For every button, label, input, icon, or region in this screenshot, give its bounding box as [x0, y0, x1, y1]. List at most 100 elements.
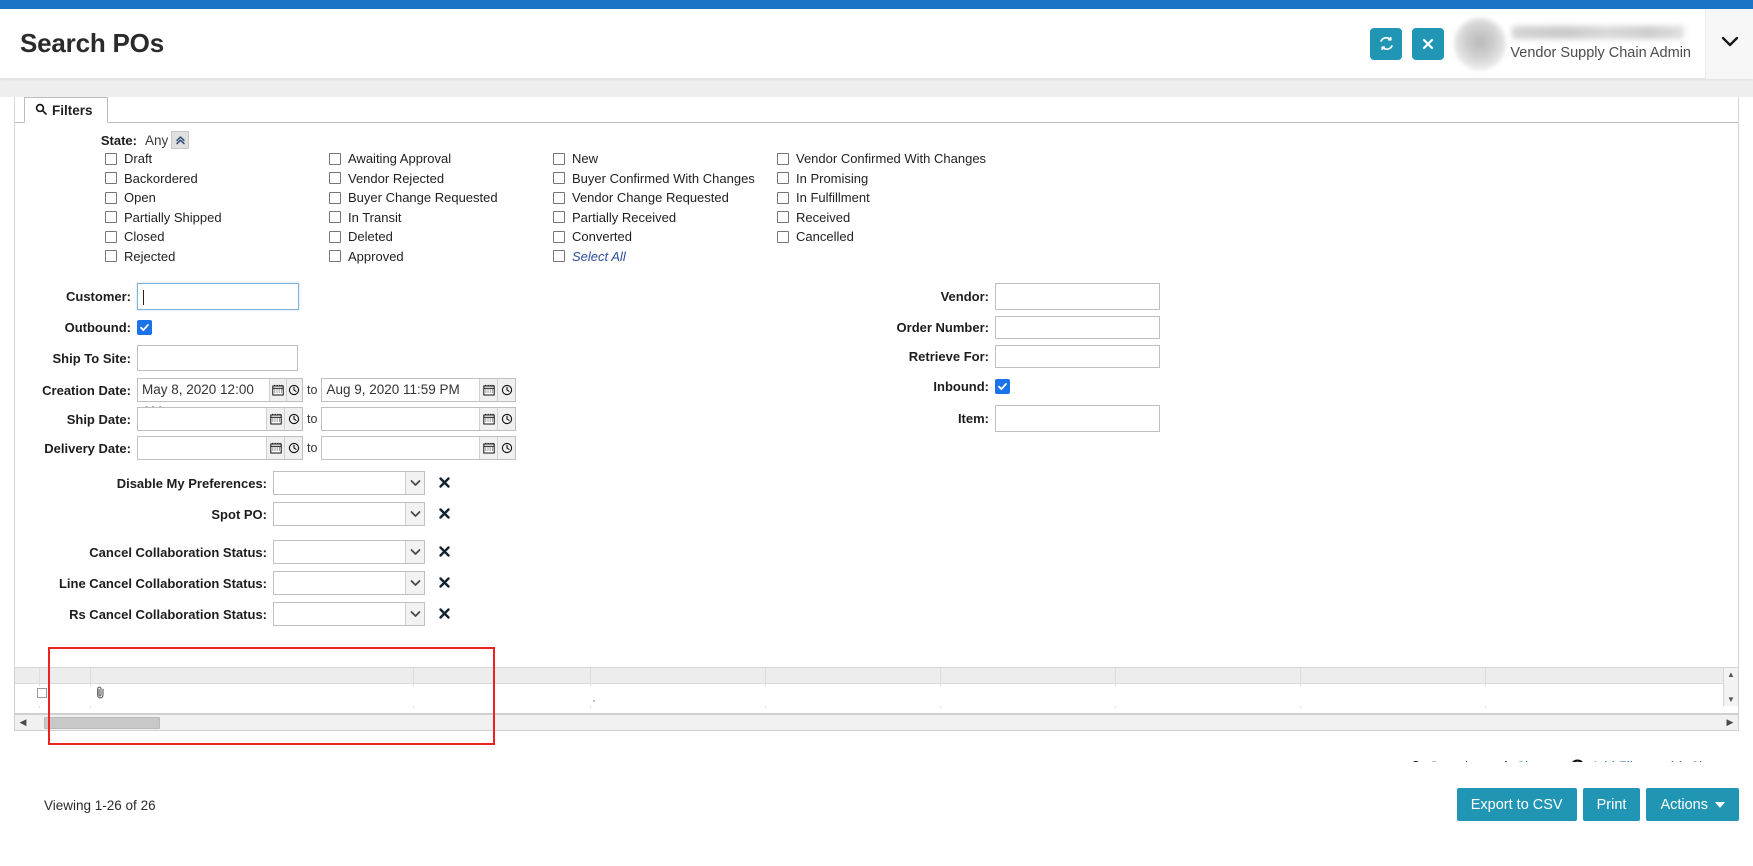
state-checkbox-partially-received[interactable]: Partially Received [553, 208, 755, 228]
checkbox-box[interactable] [777, 153, 789, 165]
checkbox-box[interactable] [777, 192, 789, 204]
checkbox-box[interactable] [105, 250, 117, 262]
chevron-down-icon[interactable] [405, 603, 424, 625]
state-checkbox-open[interactable]: Open [105, 188, 222, 208]
creation-date-from[interactable]: May 8, 2020 12:00 AM [137, 378, 303, 402]
state-checkbox-closed[interactable]: Closed [105, 227, 222, 247]
checkbox-box[interactable] [777, 172, 789, 184]
ship-to-site-input[interactable] [137, 345, 298, 371]
checkbox-box[interactable] [777, 211, 789, 223]
checkbox-box[interactable] [105, 172, 117, 184]
export-to-csv-button[interactable]: Export to CSV [1457, 788, 1577, 821]
scroll-left-arrow[interactable]: ◀ [15, 717, 31, 728]
state-checkbox-rejected[interactable]: Rejected [105, 247, 222, 267]
checkbox-box[interactable] [105, 211, 117, 223]
delivery-date-from[interactable] [137, 436, 303, 460]
inbound-checkbox[interactable] [995, 379, 1010, 394]
state-checkbox-new[interactable]: New [553, 149, 755, 169]
clear-disable-my-preferences-button[interactable] [438, 476, 451, 491]
results-vertical-scrollbar[interactable]: ▲ ▼ [1723, 668, 1738, 706]
chevron-down-icon[interactable] [405, 472, 424, 494]
checkbox-box[interactable] [329, 231, 341, 243]
calendar-icon[interactable] [266, 437, 284, 459]
chevron-double-up-icon[interactable] [171, 131, 189, 149]
disable-my-preferences-select[interactable] [273, 471, 425, 495]
ship-date-from[interactable] [137, 407, 303, 431]
creation-date-to[interactable]: Aug 9, 2020 11:59 PM [321, 378, 516, 402]
scroll-down-arrow[interactable]: ▼ [1727, 695, 1735, 704]
clock-icon[interactable] [497, 379, 515, 401]
state-checkbox-approved[interactable]: Approved [329, 247, 498, 267]
checkbox-box[interactable] [329, 192, 341, 204]
checkbox-box[interactable] [553, 231, 565, 243]
state-checkbox-deleted[interactable]: Deleted [329, 227, 498, 247]
spot-po-select[interactable] [273, 502, 425, 526]
state-checkbox-buyer-change-requested[interactable]: Buyer Change Requested [329, 188, 498, 208]
checkbox-box[interactable] [553, 250, 565, 262]
actions-button[interactable]: Actions [1646, 788, 1739, 821]
checkbox-box[interactable] [553, 211, 565, 223]
customer-input[interactable] [137, 283, 299, 310]
checkbox-box[interactable] [777, 231, 789, 243]
checkbox-box[interactable] [105, 153, 117, 165]
clear-cancel-collaboration-status-button[interactable] [438, 545, 451, 560]
state-checkbox-awaiting-approval[interactable]: Awaiting Approval [329, 149, 498, 169]
state-checkbox-vendor-rejected[interactable]: Vendor Rejected [329, 169, 498, 189]
scroll-thumb[interactable] [44, 717, 160, 729]
order-number-input[interactable] [995, 316, 1160, 339]
checkbox-box[interactable] [329, 153, 341, 165]
calendar-icon[interactable] [479, 437, 497, 459]
user-menu-toggle[interactable] [1705, 9, 1753, 79]
results-grid-row[interactable] [15, 686, 1738, 706]
refresh-button[interactable] [1370, 28, 1402, 60]
clear-rs-cancel-collaboration-status-button[interactable] [438, 607, 451, 622]
close-window-button[interactable] [1412, 28, 1444, 60]
state-checkbox-in-promising[interactable]: In Promising [777, 169, 986, 189]
state-checkbox-in-fulfillment[interactable]: In Fulfillment [777, 188, 986, 208]
checkbox-box[interactable] [105, 192, 117, 204]
chevron-down-icon[interactable] [405, 503, 424, 525]
state-checkbox-backordered[interactable]: Backordered [105, 169, 222, 189]
results-horizontal-scrollbar[interactable]: ◀ ▶ [14, 714, 1739, 731]
state-checkbox-vendor-change-requested[interactable]: Vendor Change Requested [553, 188, 755, 208]
item-input[interactable] [995, 405, 1160, 432]
ship-date-to[interactable] [321, 407, 516, 431]
state-checkbox-buyer-confirmed-with-changes[interactable]: Buyer Confirmed With Changes [553, 169, 755, 189]
scroll-right-arrow[interactable]: ▶ [1722, 717, 1738, 728]
clock-icon[interactable] [286, 379, 302, 401]
state-checkbox-in-transit[interactable]: In Transit [329, 208, 498, 228]
row-select-checkbox[interactable] [37, 688, 47, 698]
outbound-checkbox[interactable] [137, 320, 152, 335]
calendar-icon[interactable] [479, 379, 497, 401]
rs-cancel-collaboration-status-select[interactable] [273, 602, 425, 626]
checkbox-box[interactable] [553, 153, 565, 165]
scroll-up-arrow[interactable]: ▲ [1727, 670, 1735, 679]
clear-line-cancel-collaboration-status-button[interactable] [438, 576, 451, 591]
clock-icon[interactable] [497, 437, 515, 459]
state-checkbox-received[interactable]: Received [777, 208, 986, 228]
retrieve-for-input[interactable] [995, 345, 1160, 368]
checkbox-box[interactable] [553, 172, 565, 184]
clock-icon[interactable] [284, 437, 302, 459]
checkbox-box[interactable] [553, 192, 565, 204]
calendar-icon[interactable] [269, 379, 285, 401]
clear-spot-po-button[interactable] [438, 507, 451, 522]
tab-filters[interactable]: Filters [24, 97, 108, 123]
checkbox-box[interactable] [329, 250, 341, 262]
scroll-track[interactable] [31, 715, 1722, 730]
cancel-collaboration-status-select[interactable] [273, 540, 425, 564]
calendar-icon[interactable] [266, 408, 284, 430]
delivery-date-to[interactable] [321, 436, 516, 460]
state-checkbox-vendor-confirmed-with-changes[interactable]: Vendor Confirmed With Changes [777, 149, 986, 169]
chevron-down-icon[interactable] [405, 572, 424, 594]
state-select-all[interactable]: Select All [553, 247, 755, 267]
line-cancel-collaboration-status-select[interactable] [273, 571, 425, 595]
print-button[interactable]: Print [1583, 788, 1641, 821]
state-checkbox-converted[interactable]: Converted [553, 227, 755, 247]
state-checkbox-cancelled[interactable]: Cancelled [777, 227, 986, 247]
vendor-input[interactable] [995, 283, 1160, 310]
clock-icon[interactable] [497, 408, 515, 430]
checkbox-box[interactable] [329, 211, 341, 223]
state-checkbox-draft[interactable]: Draft [105, 149, 222, 169]
checkbox-box[interactable] [329, 172, 341, 184]
